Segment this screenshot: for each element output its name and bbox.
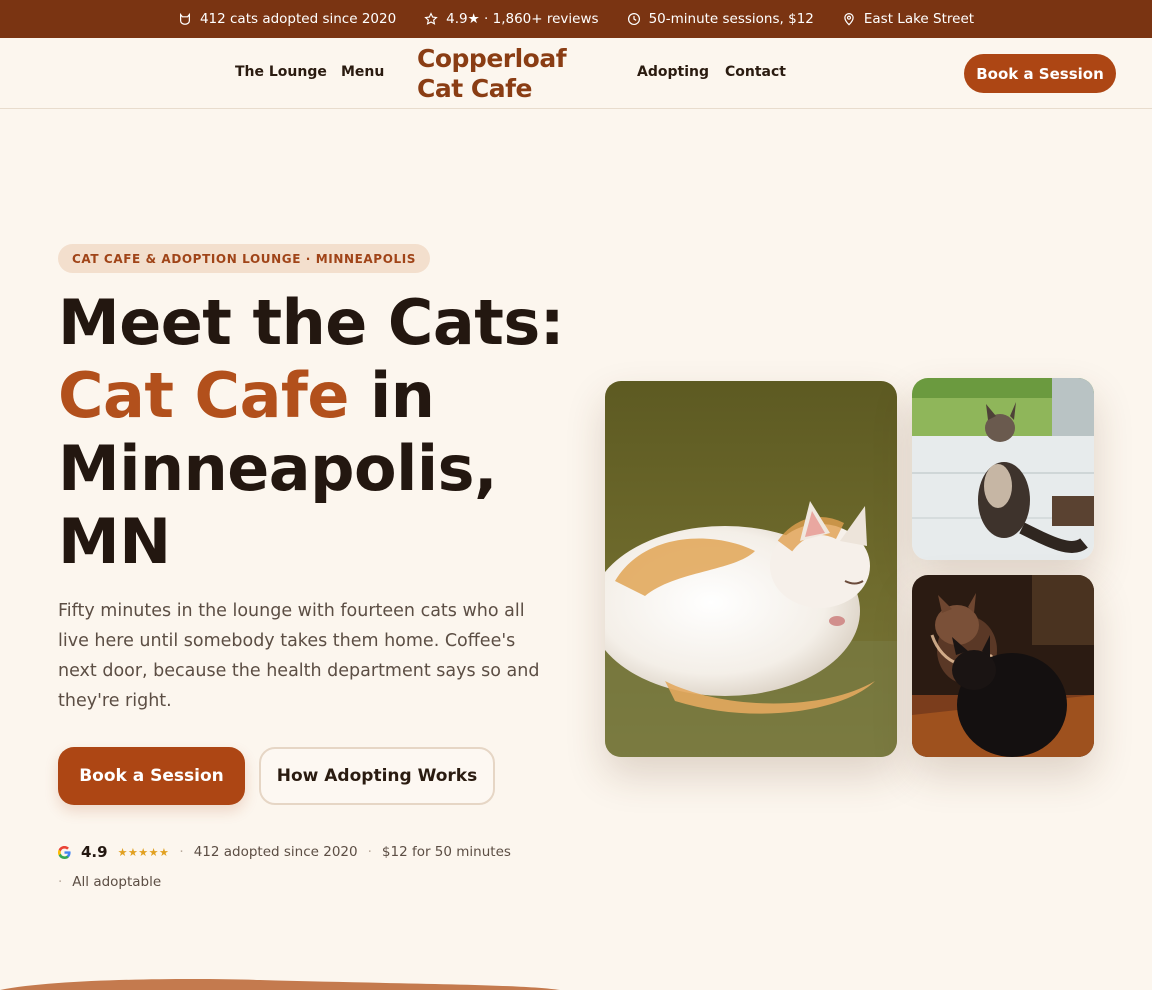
nav-link-adopting[interactable]: Adopting	[637, 64, 709, 80]
map-pin-icon	[844, 12, 854, 26]
stats-price: $12 for 50 minutes	[381, 844, 511, 860]
photo-two-cats-sunlight	[912, 575, 1094, 757]
nav-book-button[interactable]: Book a Session	[964, 54, 1116, 93]
logo-line-2: Cat Cafe	[417, 74, 532, 103]
cat-icon	[179, 12, 190, 25]
logo[interactable]: Copperloaf Cat Cafe	[417, 44, 567, 104]
stats-stars: ★★★★★	[117, 845, 170, 859]
stats-row-2: · All adoptable	[58, 872, 558, 892]
stats-rating: 4.9	[81, 843, 108, 861]
hero-headline: Meet the Cats: Cat Cafe in Minneapolis, M…	[58, 286, 578, 578]
hero-eyebrow: CAT CAFE & ADOPTION LOUNGE · MINNEAPOLIS	[58, 244, 431, 273]
section-divider-wave	[0, 979, 560, 990]
stats-adopted: 412 adopted since 2020	[193, 844, 358, 860]
topbar-location-text: East Lake Street	[863, 11, 975, 27]
topbar-sessions-text: 50-minute sessions, $12	[648, 11, 814, 27]
star-icon	[424, 12, 438, 25]
hero-lede: Fifty minutes in the lounge with fourtee…	[58, 601, 540, 711]
nav-link-menu[interactable]: Menu	[341, 64, 384, 80]
topbar-sessions: 50-minute sessions, $12	[627, 11, 814, 27]
topbar-location: East Lake Street	[842, 11, 974, 27]
topbar-rating: 4.9★ · 1,860+ reviews	[424, 11, 599, 27]
google-icon	[58, 845, 71, 859]
book-session-button[interactable]: Book a Session	[58, 747, 245, 805]
nav-link-lounge[interactable]: The Lounge	[235, 64, 327, 80]
separator-dot: ·	[58, 874, 63, 890]
separator-dot: ·	[179, 844, 184, 860]
topbar-adopted-text: 412 cats adopted since 2020	[199, 11, 397, 27]
hero-stats: 4.9 ★★★★★ · 412 adopted since 2020 · $12…	[58, 842, 558, 892]
stats-adoptable: All adoptable	[72, 874, 162, 890]
topbar-rating-text: 4.9★ · 1,860+ reviews	[446, 11, 599, 27]
photo-fluffy-cat-window	[912, 378, 1094, 560]
top-info-bar: 412 cats adopted since 2020 4.9★ · 1,860…	[0, 0, 1152, 38]
topbar-adopted: 412 cats adopted since 2020	[178, 11, 396, 27]
stats-row-1: 4.9 ★★★★★ · 412 adopted since 2020 · $12…	[58, 842, 558, 862]
separator-dot: ·	[367, 844, 372, 860]
headline-accent: Cat Cafe	[58, 359, 349, 432]
main-nav: The Lounge Menu Copperloaf Cat Cafe Adop…	[0, 38, 1152, 109]
headline-part-1: Meet the Cats:	[58, 286, 565, 359]
photo-sleeping-cat	[605, 381, 897, 757]
logo-line-1: Copperloaf	[417, 44, 567, 73]
how-adopting-works-button[interactable]: How Adopting Works	[259, 747, 495, 805]
clock-icon	[627, 12, 640, 26]
nav-link-contact[interactable]: Contact	[725, 64, 786, 80]
